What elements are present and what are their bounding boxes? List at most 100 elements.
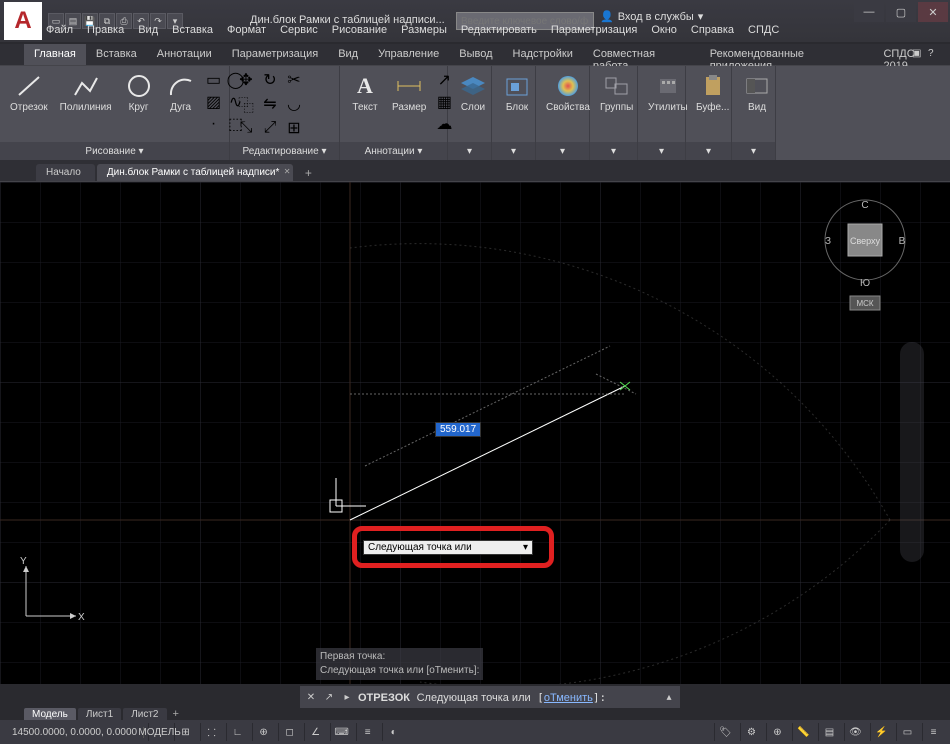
close-button[interactable]: ✕	[918, 2, 948, 22]
panel-properties-label[interactable]: ▾	[536, 142, 589, 160]
array-icon[interactable]: ⊞	[284, 118, 304, 138]
file-tab-document[interactable]: Дин.блок Рамки с таблицей надписи*✕	[97, 164, 294, 181]
point-icon[interactable]: ·	[204, 114, 224, 134]
ortho-toggle-icon[interactable]: ∟	[226, 723, 248, 741]
panel-clipboard-label[interactable]: ▾	[686, 142, 731, 160]
menu-modify[interactable]: Редактировать	[455, 22, 543, 42]
panel-utilities-label[interactable]: ▾	[638, 142, 685, 160]
coordinate-readout[interactable]: 14500.0000, 0.0000, 0.0000	[6, 727, 144, 738]
dynamic-dimension-input[interactable]: 559.017	[435, 422, 481, 437]
arc-button[interactable]: Дуга	[162, 70, 200, 115]
panel-modify-label[interactable]: Редактирование ▾	[230, 142, 339, 160]
hardware-accel-icon[interactable]: ⚡	[870, 723, 892, 741]
polyline-button[interactable]: Полилиния	[56, 70, 116, 115]
minimize-button[interactable]: —	[854, 2, 884, 22]
new-tab-button[interactable]: +	[299, 165, 317, 181]
view-button[interactable]: Вид	[738, 70, 776, 115]
menu-spds[interactable]: СПДС	[742, 22, 785, 42]
rect-icon[interactable]: ▭	[204, 70, 224, 90]
groups-button[interactable]: Группы	[596, 70, 637, 115]
ribbon-tab-annotate[interactable]: Аннотации	[147, 44, 222, 65]
osnap-toggle-icon[interactable]: ◻	[278, 723, 300, 741]
cmd-option[interactable]: оТменить	[544, 692, 593, 704]
ribbon-tab-insert[interactable]: Вставка	[86, 44, 147, 65]
ribbon-tab-manage[interactable]: Управление	[368, 44, 449, 65]
workspace-icon[interactable]: ⚙	[740, 723, 762, 741]
menu-file[interactable]: Файл	[40, 22, 79, 42]
clipboard-button[interactable]: Буфе...	[692, 70, 733, 115]
copy-icon[interactable]: ⿻	[236, 94, 256, 114]
file-tab-start[interactable]: Начало	[36, 164, 95, 181]
units-icon[interactable]: 📏	[792, 723, 814, 741]
clean-screen-icon[interactable]: ▭	[896, 723, 918, 741]
viewcube[interactable]: Сверху С Ю З В МСК	[820, 192, 910, 292]
ribbon-tab-featured[interactable]: Рекомендованные приложения	[700, 44, 874, 65]
app-menu-button[interactable]: A	[4, 2, 42, 40]
move-icon[interactable]: ✥	[236, 70, 256, 90]
menu-edit[interactable]: Правка	[81, 22, 130, 42]
dimension-button[interactable]: Размер	[388, 70, 430, 115]
maximize-button[interactable]: ▢	[886, 2, 916, 22]
circle-button[interactable]: Круг	[120, 70, 158, 115]
properties-button[interactable]: Свойства	[542, 70, 594, 115]
customize-icon[interactable]: ≡	[922, 723, 944, 741]
mirror-icon[interactable]: ⇋	[260, 94, 280, 114]
panel-block-label[interactable]: ▾	[492, 142, 535, 160]
panel-view-label[interactable]: ▾	[732, 142, 775, 160]
panel-draw-label[interactable]: Рисование ▾	[0, 142, 229, 160]
chevron-up-icon[interactable]: ▴	[662, 690, 676, 704]
svg-text:Сверху: Сверху	[850, 236, 881, 246]
panel-groups-label[interactable]: ▾	[590, 142, 637, 160]
annotation-monitor-icon[interactable]: ⊕	[766, 723, 788, 741]
ribbon-tab-addins[interactable]: Надстройки	[503, 44, 583, 65]
help-icon[interactable]: ?	[928, 48, 942, 62]
text-label: Текст	[352, 102, 377, 113]
menu-parametric[interactable]: Параметризация	[545, 22, 643, 42]
line-button[interactable]: Отрезок	[6, 70, 52, 115]
menu-tools[interactable]: Сервис	[274, 22, 324, 42]
polar-toggle-icon[interactable]: ⊕	[252, 723, 274, 741]
prompt-icon: ▸	[340, 690, 354, 704]
command-line[interactable]: ✕ ↗ ▸ ОТРЕЗОК Следующая точка или [оТмен…	[300, 686, 680, 708]
model-space-toggle[interactable]: МОДЕЛЬ	[148, 723, 170, 741]
annotation-scale-icon[interactable]: 🏷	[714, 723, 736, 741]
menu-dimensions[interactable]: Размеры	[395, 22, 453, 42]
lineweight-toggle-icon[interactable]: ≡	[356, 723, 378, 741]
recent-commands-icon[interactable]: ↗	[322, 690, 336, 704]
menu-window[interactable]: Окно	[645, 22, 683, 42]
trim-icon[interactable]: ✂	[284, 70, 304, 90]
rotate-icon[interactable]: ↻	[260, 70, 280, 90]
hatch-icon[interactable]: ▨	[204, 92, 224, 112]
navigation-bar[interactable]	[900, 342, 924, 562]
ribbon-tab-output[interactable]: Вывод	[449, 44, 502, 65]
ribbon-tab-parametric[interactable]: Параметризация	[222, 44, 328, 65]
ribbon-tab-collab[interactable]: Совместная работа	[583, 44, 700, 65]
snap-toggle-icon[interactable]: ⸬	[200, 723, 222, 741]
drawing-canvas[interactable]: 559.017 Следующая точка или ▾ Первая точ…	[0, 182, 950, 684]
close-icon[interactable]: ✕	[304, 690, 318, 704]
block-button[interactable]: Блок	[498, 70, 536, 115]
utilities-button[interactable]: Утилиты	[644, 70, 692, 115]
ribbon-tab-view[interactable]: Вид	[328, 44, 368, 65]
isolate-icon[interactable]: 👁	[844, 723, 866, 741]
menu-help[interactable]: Справка	[685, 22, 740, 42]
quick-properties-icon[interactable]: ▤	[818, 723, 840, 741]
panel-annotate-label[interactable]: Аннотации ▾	[340, 142, 447, 160]
menu-insert[interactable]: Вставка	[166, 22, 219, 42]
fillet-icon[interactable]: ◡	[284, 94, 304, 114]
layers-button[interactable]: Слои	[454, 70, 492, 115]
stretch-icon[interactable]: ⤡	[236, 118, 256, 138]
menu-draw[interactable]: Рисование	[326, 22, 393, 42]
scale-icon[interactable]: ⤢	[260, 118, 280, 138]
grid-toggle-icon[interactable]: ⊞	[174, 723, 196, 741]
close-icon[interactable]: ✕	[284, 167, 291, 176]
text-button[interactable]: A Текст	[346, 70, 384, 115]
dynamic-input-toggle-icon[interactable]: ⌨	[330, 723, 352, 741]
ribbon-collapse-button[interactable]: ▣	[912, 48, 926, 62]
panel-layers-label[interactable]: ▾	[448, 142, 491, 160]
otrack-toggle-icon[interactable]: ∠	[304, 723, 326, 741]
transparency-toggle-icon[interactable]: ◐	[382, 723, 404, 741]
menu-format[interactable]: Формат	[221, 22, 272, 42]
menu-view[interactable]: Вид	[132, 22, 164, 42]
ribbon-tab-home[interactable]: Главная	[24, 44, 86, 65]
